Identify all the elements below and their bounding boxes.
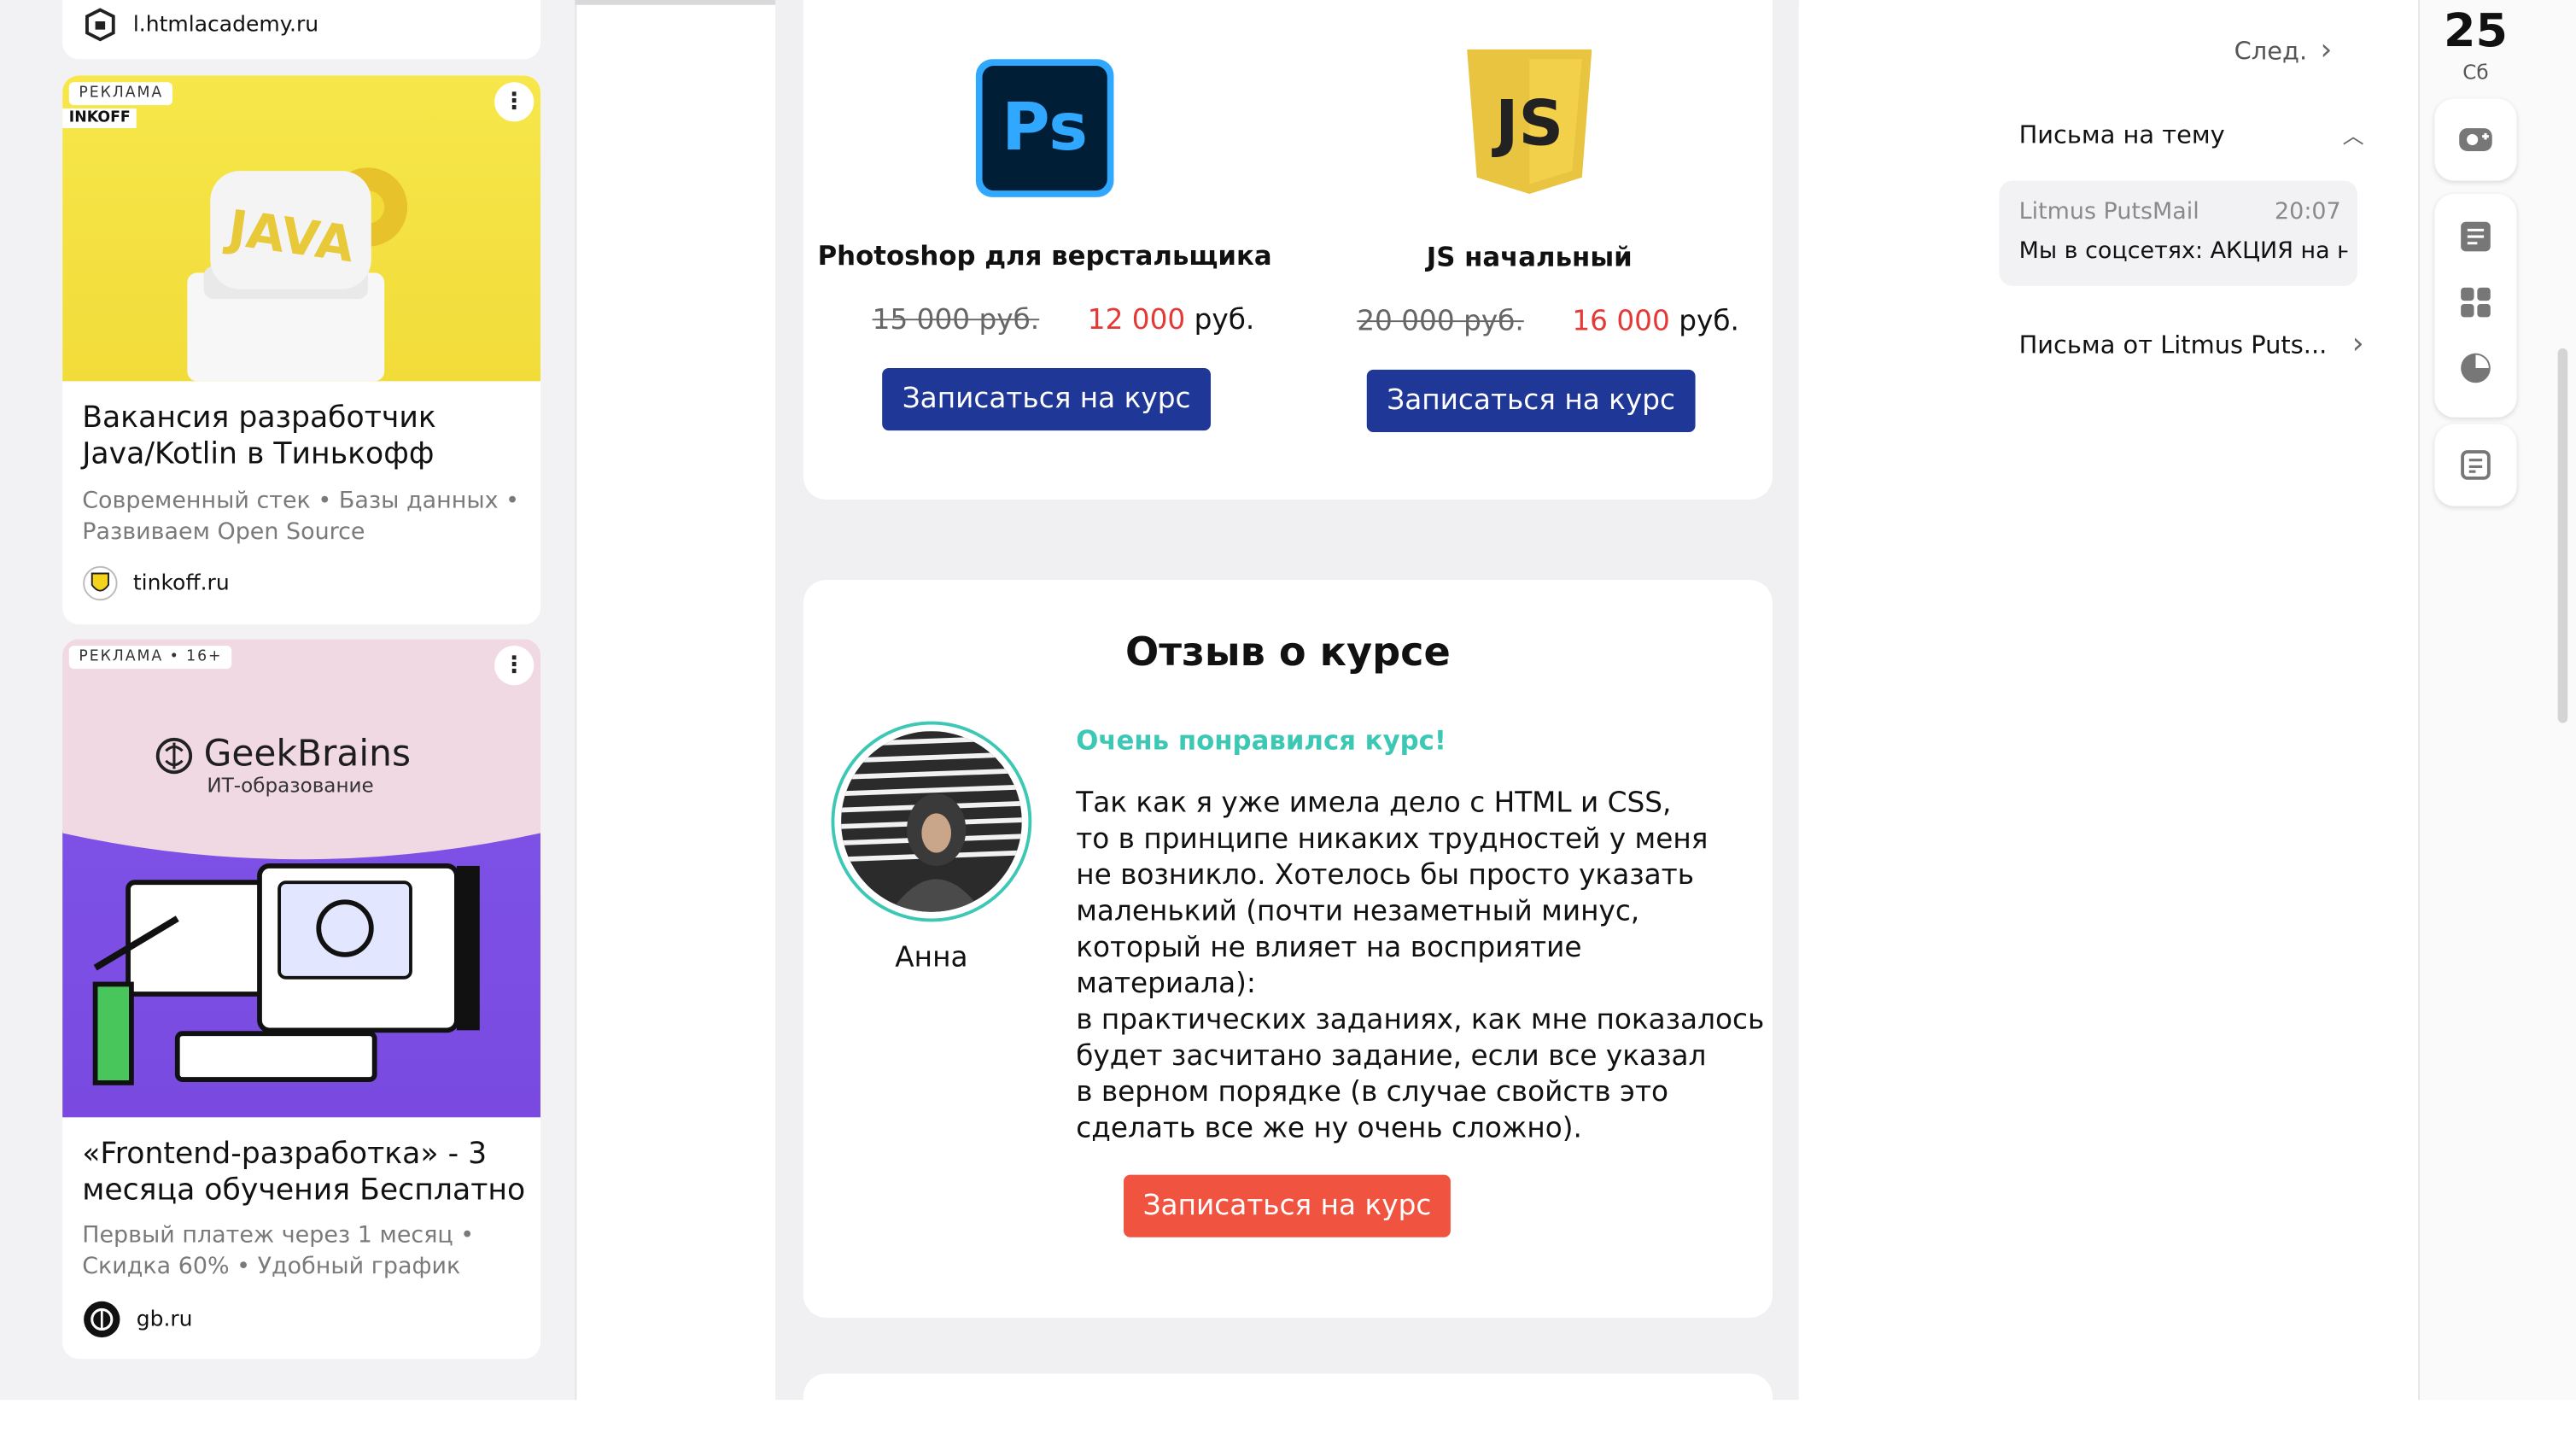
thread-subject: Мы в соцсетях: АКЦИЯ на на... — [2018, 237, 2348, 265]
courses-panel: Ps JS Photoshop для верстальщика JS нача… — [803, 0, 1773, 500]
chevron-right-icon: › — [2351, 326, 2364, 362]
currency: руб. — [1679, 305, 1739, 339]
currency: руб. — [1194, 303, 1255, 337]
new-price: 12 000 — [1087, 303, 1186, 337]
review-line: в практических заданиях, как мне показал… — [1076, 1003, 1765, 1038]
scrollbar-thumb[interactable] — [2557, 348, 2568, 723]
apps-button[interactable] — [2459, 286, 2491, 325]
telemost-button[interactable] — [2434, 98, 2517, 181]
htmlacademy-logo-icon — [85, 8, 115, 42]
photoshop-logo-icon: Ps — [975, 59, 1114, 197]
review-tagline: Очень понравился курс! — [1076, 724, 1446, 757]
avatar — [831, 721, 1032, 922]
document-icon — [2461, 450, 2491, 480]
thread-header[interactable]: Письма на тему ︿ — [2018, 119, 2364, 149]
ads-column: l.htmlacademy.ru JAVA РЕКЛАМА INKOFF ⋮ В… — [0, 0, 577, 1401]
review-line: то в принципе никаких трудностей у меня — [1076, 822, 1709, 857]
price-js: 20 000 руб. 16 000 руб. — [1357, 306, 1739, 338]
ad-source-label: l.htmlacademy.ru — [132, 12, 319, 38]
js-logo-icon: JS — [1467, 49, 1592, 195]
docs-button[interactable] — [2434, 424, 2517, 506]
review-line: который не влияет на восприятие материал… — [1076, 931, 1582, 1001]
chevron-right-icon: › — [2320, 32, 2333, 67]
ad-card-tinkoff[interactable]: JAVA РЕКЛАМА INKOFF ⋮ Вакансия разработч… — [62, 75, 540, 625]
review-line: не возникло. Хотелось бы просто указать — [1076, 859, 1695, 892]
ad-source[interactable]: tinkoff.ru — [82, 565, 230, 601]
photoshop-logo-text: Ps — [982, 65, 1107, 191]
ad-subtitle: Современный стек • Базы данных • Развива… — [82, 488, 519, 546]
ad-source[interactable]: l.htmlacademy.ru — [82, 7, 318, 43]
notes-icon — [2461, 221, 2491, 252]
ad-title[interactable]: Вакансия разработчик Java/Kotlin в Тиньк… — [82, 401, 525, 473]
sender-letters-link[interactable]: Письма от Litmus Puts... › — [2019, 327, 2364, 361]
review-author: Анна — [895, 941, 968, 974]
review-line: Так как я уже имела дело с HTML и CSS, — [1076, 787, 1672, 821]
ad-image: JAVA РЕКЛАМА INKOFF ⋮ — [62, 75, 540, 382]
enroll-button-review[interactable]: Записаться на курс — [1124, 1174, 1451, 1237]
old-price: 15 000 руб. — [872, 303, 1040, 337]
ad-source-label: tinkoff.ru — [132, 570, 230, 596]
ad-source[interactable]: gb.ru — [82, 1300, 193, 1339]
brand-label: INKOFF — [62, 108, 137, 129]
thread-sender: Litmus PutsMail — [2018, 198, 2199, 225]
course-title-js: JS начальный — [1426, 241, 1633, 273]
svg-text:JS: JS — [1491, 87, 1563, 160]
geekbrains-brand: GeekBrains — [155, 734, 411, 775]
ad-menu-button[interactable]: ⋮ — [494, 646, 534, 686]
review-line: в верном порядке (в случае свойств это — [1076, 1076, 1669, 1109]
tinkoff-logo-icon — [83, 565, 118, 601]
ad-badge: РЕКЛАМА — [68, 82, 173, 106]
disk-button[interactable] — [2459, 352, 2491, 391]
ad-menu-button[interactable]: ⋮ — [494, 82, 534, 122]
brand-subtitle: ИТ-образование — [207, 774, 374, 798]
next-message-link[interactable]: След. › — [2234, 32, 2333, 67]
ad-card-geekbrains[interactable]: РЕКЛАМА • 16+ ⋮ GeekBrains ИТ-образовани… — [62, 639, 540, 1360]
review-heading: Отзыв о курсе — [1124, 629, 1451, 676]
avatar-photo — [841, 731, 1022, 912]
review-text: Так как я уже имела дело с HTML и CSS, т… — [1076, 786, 1766, 1147]
new-price: 16 000 — [1572, 305, 1670, 339]
tools-group — [2434, 194, 2517, 418]
next-label: След. — [2234, 35, 2308, 65]
geekbrains-illustration — [62, 639, 540, 1085]
notes-button[interactable] — [2459, 220, 2491, 260]
ad-badge: РЕКЛАМА • 16+ — [68, 646, 233, 670]
thread-time: 20:07 — [2275, 198, 2341, 225]
review-line: будет засчитано задание, если все указал — [1076, 1039, 1707, 1073]
ad-card-htmlacademy[interactable]: l.htmlacademy.ru — [62, 0, 540, 60]
thread-item[interactable]: Litmus PutsMail 20:07 Мы в соцсетях: АКЦ… — [1999, 180, 2357, 286]
enroll-button-photoshop[interactable]: Записаться на курс — [882, 367, 1211, 431]
tools-rail: 25 Сб — [2418, 0, 2576, 1401]
brand-label: GeekBrains — [203, 734, 411, 776]
review-line: сделать все же ну очень сложно). — [1076, 1112, 1582, 1146]
course-title-photoshop: Photoshop для верстальщика — [817, 239, 1272, 272]
calendar-weekday: Сб — [2462, 61, 2489, 85]
ad-source-label: gb.ru — [136, 1307, 193, 1332]
chevron-up-icon[interactable]: ︿ — [2343, 119, 2364, 149]
price-photoshop: 15 000 руб. 12 000 руб. — [873, 304, 1255, 336]
enroll-button-js[interactable]: Записаться на курс — [1366, 369, 1696, 433]
next-panel — [803, 1373, 1773, 1439]
ad-title[interactable]: «Frontend-разработка» - 3 месяца обучени… — [82, 1137, 525, 1209]
thread-sidebar: След. › Письма на тему ︿ Litmus PutsMail… — [1798, 0, 2419, 1401]
ad-image: РЕКЛАМА • 16+ ⋮ GeekBrains ИТ-образовани… — [62, 639, 540, 1118]
gb-logo-icon — [84, 1301, 120, 1338]
calendar-day[interactable]: 25 — [2420, 3, 2532, 57]
apps-icon — [2461, 287, 2491, 318]
ad-subtitle: Первый платеж через 1 месяц • Скидка 60%… — [82, 1222, 475, 1280]
camera-icon — [2459, 128, 2492, 152]
review-line: маленький (почти незаметный минус, — [1076, 895, 1640, 929]
brain-icon — [155, 736, 193, 774]
sender-letters-label: Письма от Litmus Puts... — [2018, 329, 2328, 360]
old-price: 20 000 руб. — [1357, 305, 1524, 339]
review-panel: Отзыв о курсе Анна Очень понравился курс… — [803, 580, 1773, 1319]
thread-header-label: Письма на тему — [2018, 119, 2225, 149]
pie-chart-icon — [2461, 353, 2491, 383]
